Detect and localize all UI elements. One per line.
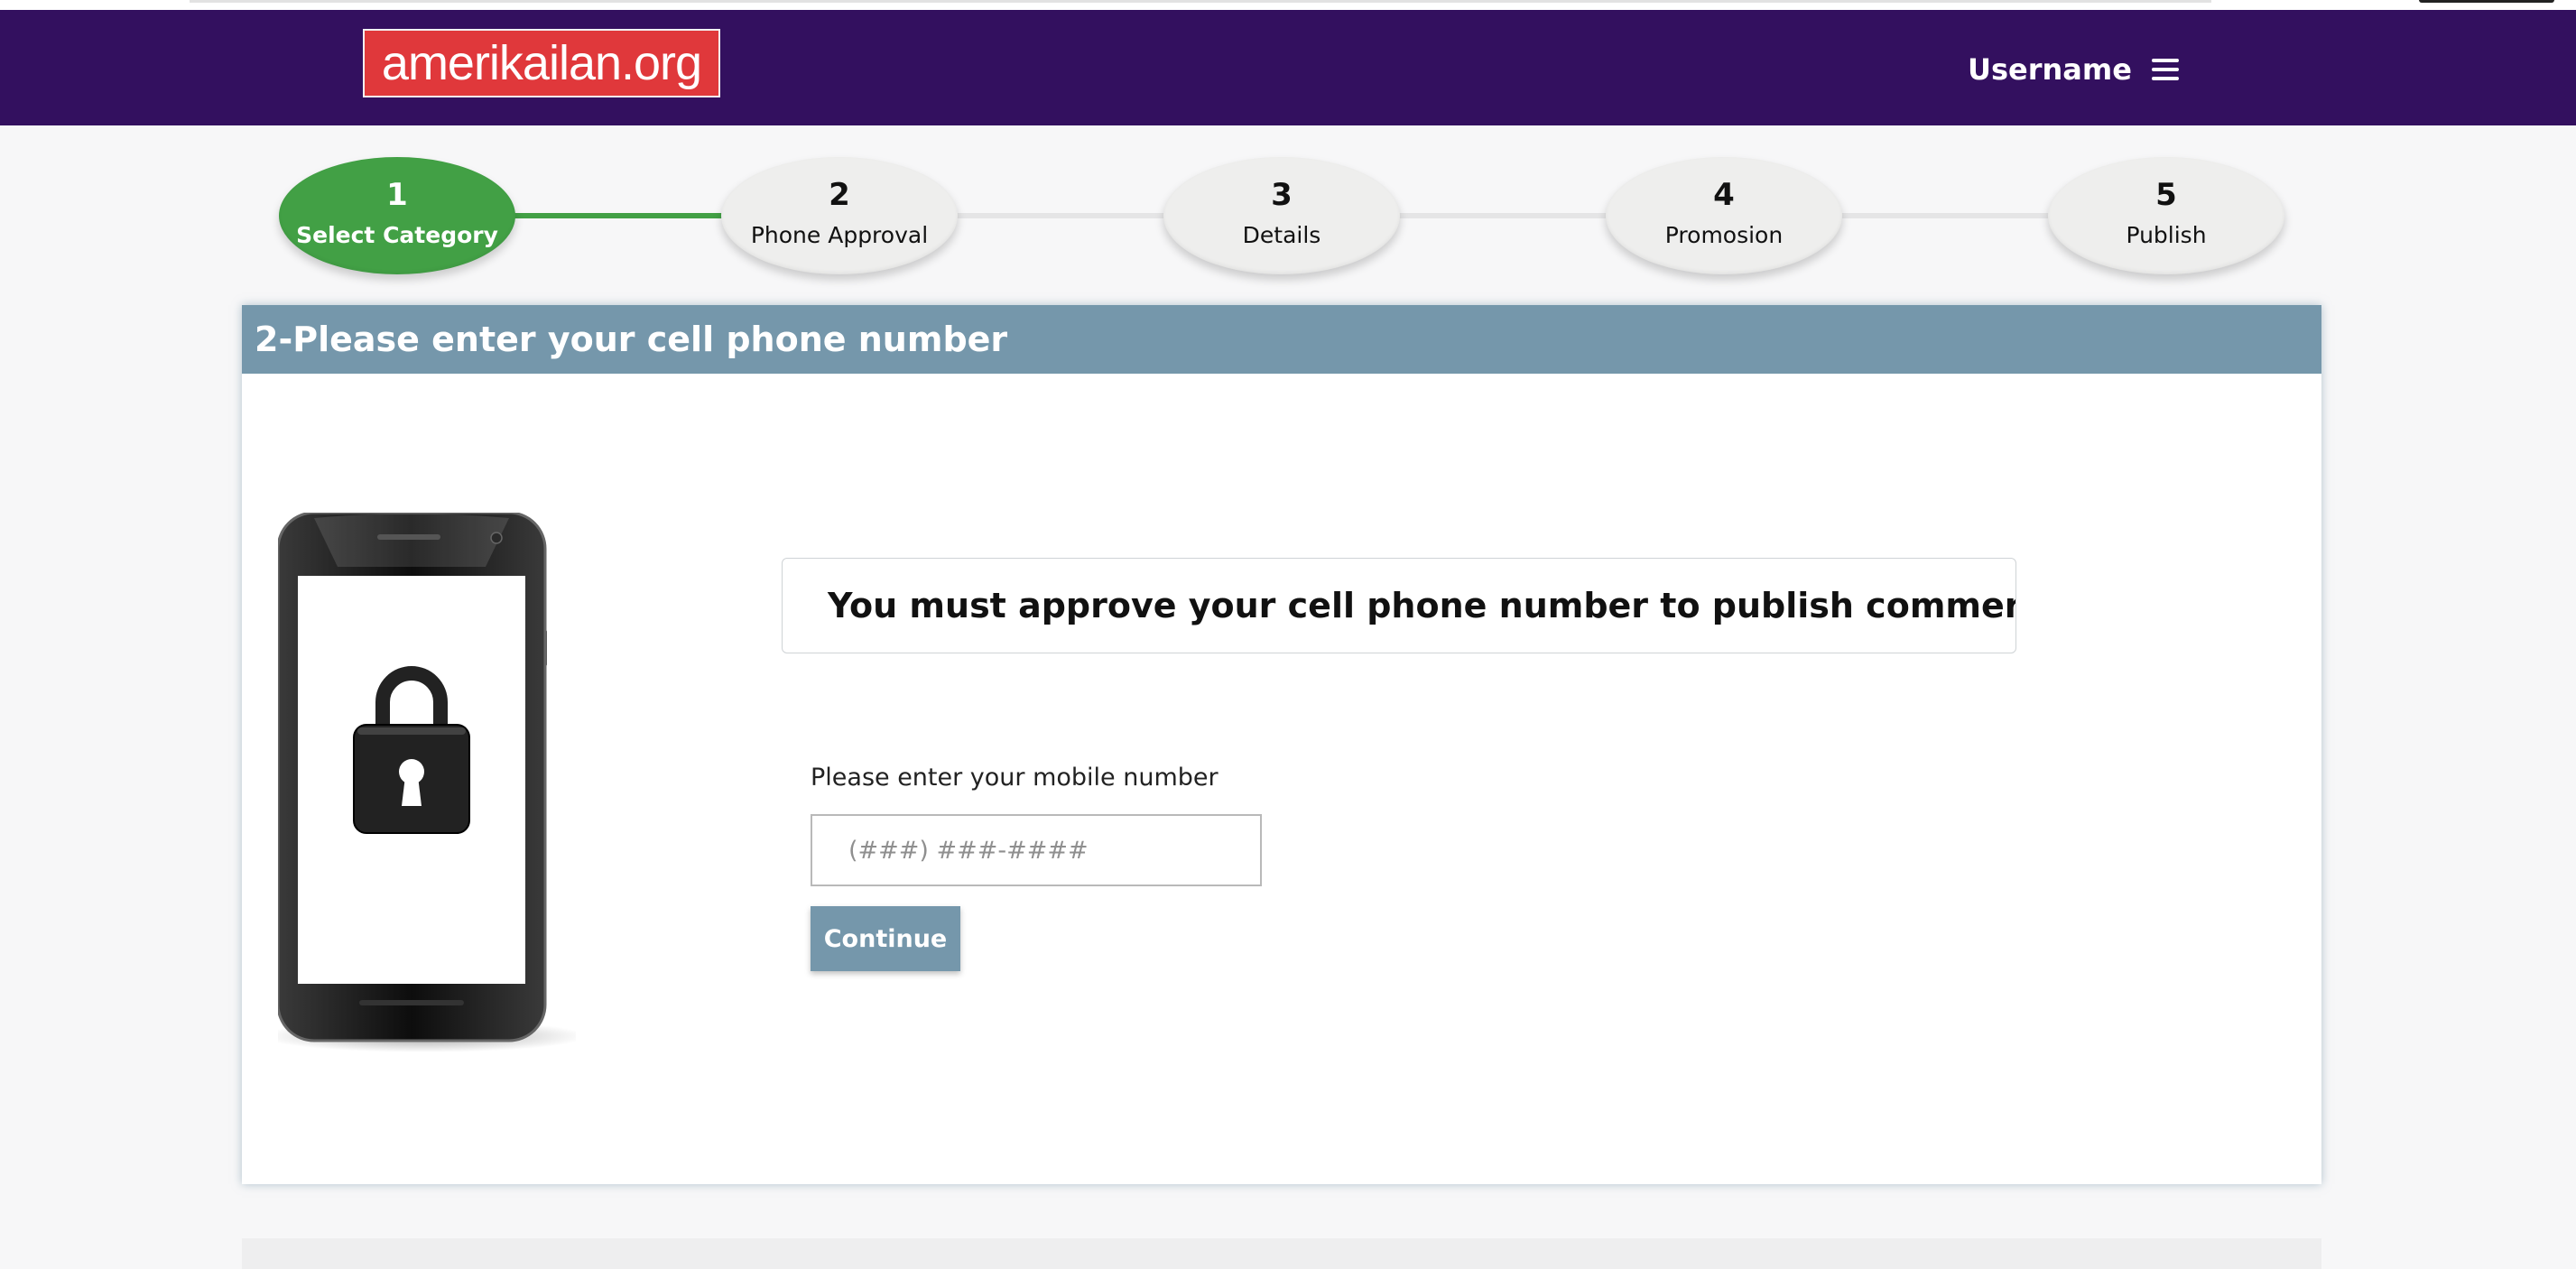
step-connector-1-2: [514, 213, 724, 218]
step-connector-2-3: [957, 213, 1166, 218]
user-menu[interactable]: Username: [1968, 50, 2179, 89]
step-promosion[interactable]: 4 Promosion: [1606, 157, 1842, 274]
phone-lock-icon: [278, 513, 576, 1052]
browser-button-edge: [2419, 0, 2554, 3]
step-number: 2: [829, 177, 850, 213]
step-label: Details: [1242, 222, 1321, 248]
site-logo[interactable]: amerikailan.org: [363, 29, 720, 97]
browser-chrome-strip: [0, 0, 2576, 10]
step-label: Phone Approval: [750, 222, 929, 248]
step-number: 3: [1271, 177, 1293, 213]
mobile-number-input[interactable]: [811, 814, 1262, 886]
top-navbar: amerikailan.org Username: [0, 10, 2576, 125]
username-label[interactable]: Username: [1968, 52, 2132, 87]
phone-approval-panel: 2-Please enter your cell phone number Yo…: [242, 305, 2321, 1184]
step-label: Select Category: [296, 222, 498, 248]
step-details[interactable]: 3 Details: [1163, 157, 1400, 274]
step-connector-3-4: [1399, 213, 1608, 218]
step-label: Promosion: [1664, 222, 1784, 248]
progress-stepper: 1 Select Category 2 Phone Approval 3 Det…: [0, 153, 2576, 280]
hamburger-bar: [2151, 77, 2179, 80]
panel-title: 2-Please enter your cell phone number: [242, 305, 2321, 374]
approval-notice: You must approve your cell phone number …: [782, 558, 2016, 653]
step-connector-4-5: [1841, 213, 2051, 218]
step-number: 4: [1713, 177, 1735, 213]
step-publish[interactable]: 5 Publish: [2048, 157, 2284, 274]
hamburger-bar: [2151, 59, 2179, 62]
mobile-number-label: Please enter your mobile number: [811, 764, 1219, 792]
address-bar-edge: [190, 0, 2211, 3]
step-number: 5: [2155, 177, 2177, 213]
step-phone-approval[interactable]: 2 Phone Approval: [721, 157, 958, 274]
hamburger-bar: [2151, 68, 2179, 71]
page: amerikailan.org Username 1 Select Catego…: [0, 0, 2576, 1269]
step-label: Publish: [2126, 222, 2207, 248]
step-number: 1: [386, 177, 408, 213]
continue-button[interactable]: Continue: [811, 906, 960, 971]
footer-strip: [242, 1238, 2321, 1269]
hamburger-menu-icon[interactable]: [2151, 59, 2179, 80]
step-select-category[interactable]: 1 Select Category: [279, 157, 515, 274]
